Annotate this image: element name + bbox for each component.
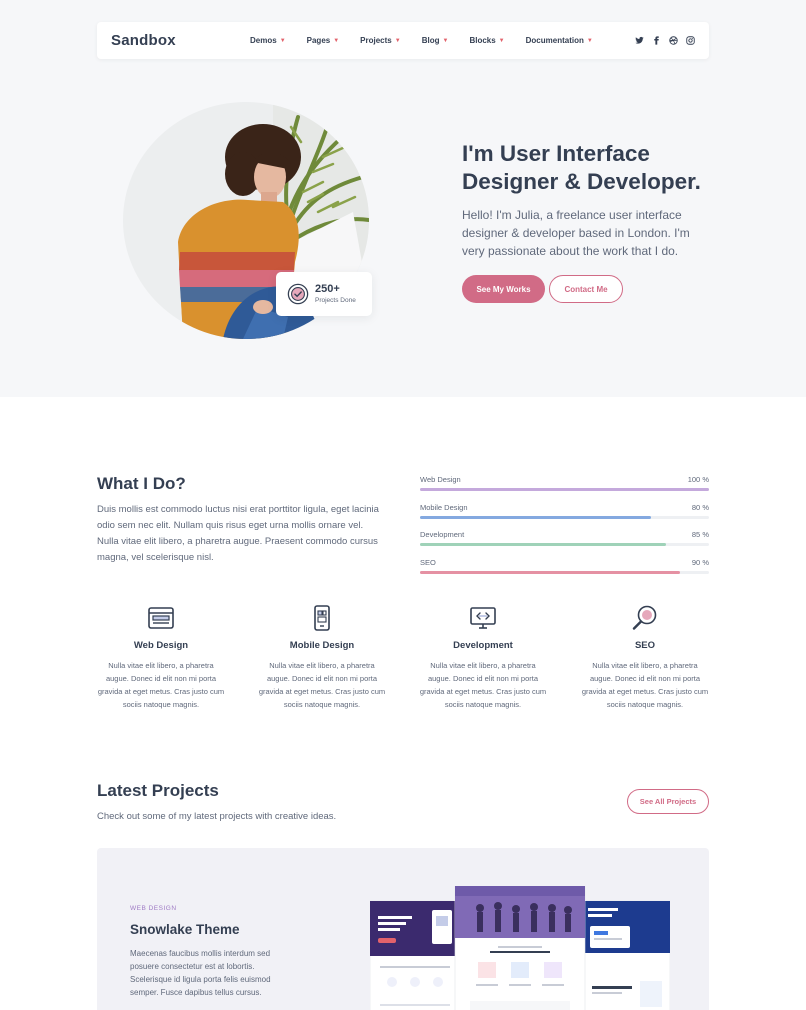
service-title: Mobile Design — [289, 640, 355, 651]
search-icon — [632, 605, 657, 630]
service-text: Nulla vitae elit libero, a pharetra augu… — [97, 661, 225, 709]
skill-name: Mobile Design — [420, 503, 468, 512]
what-i-do-title: What I Do? — [97, 474, 186, 493]
nav-item-label: Demos — [250, 36, 277, 45]
service-text: Nulla vitae elit libero, a pharetra augu… — [419, 661, 547, 709]
contact-me-button[interactable]: Contact Me — [549, 275, 623, 303]
skill-web-design: Web Design 100 % — [420, 475, 709, 491]
social-links — [635, 22, 695, 59]
featured-project-card[interactable]: WEB DESIGN Snowlake Theme Maecenas fauci… — [97, 848, 709, 1010]
project-name: Snowlake Theme — [130, 922, 240, 937]
skill-mobile-design: Mobile Design 80 % — [420, 503, 709, 519]
skill-percent: 80 % — [691, 503, 709, 512]
see-all-projects-button[interactable]: See All Projects — [627, 789, 709, 814]
smartphone-icon — [314, 605, 330, 631]
check-badge-icon — [287, 283, 309, 305]
navbar: Sandbox Demos ▼ Pages ▼ Projects ▼ Blog ▼ Bl… — [97, 22, 709, 59]
skill-name: Development — [420, 530, 465, 539]
nav-item-label: Pages — [306, 36, 331, 45]
chevron-down-icon: ▼ — [498, 37, 505, 44]
skill-track — [420, 543, 709, 546]
nav-item-label: Documentation — [525, 36, 584, 45]
dribbble-icon[interactable] — [669, 36, 678, 45]
stat-label: Projects Done — [315, 297, 356, 304]
nav-item-blog[interactable]: Blog ▼ — [422, 36, 449, 45]
project-category: WEB DESIGN — [130, 905, 177, 912]
chevron-down-icon: ▼ — [279, 37, 286, 44]
hero-title: I'm User Interface Designer & Developer. — [462, 140, 762, 196]
nav-item-blocks[interactable]: Blocks ▼ — [469, 36, 504, 45]
hero-title-line1: I'm User Interface — [462, 141, 650, 166]
skill-name: SEO — [420, 558, 436, 567]
project-description: Maecenas faucibus mollis interdum sed po… — [130, 949, 271, 997]
skill-fill — [420, 571, 681, 574]
service-title: Web Design — [133, 640, 189, 651]
skill-development: Development 85 % — [420, 530, 709, 546]
skill-fill — [420, 516, 652, 519]
service-text: Nulla vitae elit libero, a pharetra augu… — [581, 661, 709, 709]
nav-item-label: Blocks — [469, 36, 496, 45]
skill-track — [420, 516, 709, 519]
hero-title-line2: Designer & Developer. — [462, 169, 701, 194]
projects-done-card: 250+ Projects Done — [276, 272, 372, 316]
service-title: Development — [453, 640, 513, 651]
browser-icon — [148, 607, 174, 629]
instagram-icon[interactable] — [686, 36, 695, 45]
service-web-design: Web Design Nulla vitae elit libero, a ph… — [96, 604, 226, 711]
skill-name: Web Design — [420, 475, 461, 484]
stat-value: 250+ — [315, 283, 340, 295]
hero-section — [0, 0, 806, 397]
skill-seo: SEO 90 % — [420, 558, 709, 574]
chevron-down-icon: ▼ — [394, 37, 401, 44]
brand-logo[interactable]: Sandbox — [111, 32, 176, 49]
chevron-down-icon: ▼ — [333, 37, 340, 44]
nav-item-demos[interactable]: Demos ▼ — [250, 36, 286, 45]
twitter-icon[interactable] — [635, 36, 644, 45]
skill-percent: 85 % — [691, 530, 709, 539]
project-mockups-image — [370, 886, 670, 1010]
facebook-icon[interactable] — [652, 36, 661, 45]
service-mobile-design: Mobile Design Nulla vitae elit libero, a… — [257, 604, 387, 711]
hero-lead: Hello! I'm Julia, a freelance user inter… — [462, 208, 690, 258]
service-title: SEO — [634, 640, 656, 651]
chevron-down-icon: ▼ — [442, 37, 449, 44]
monitor-code-icon — [470, 607, 496, 629]
skill-percent: 100 % — [687, 475, 709, 484]
nav-item-pages[interactable]: Pages ▼ — [307, 36, 340, 45]
latest-projects-subtitle: Check out some of my latest projects wit… — [97, 811, 337, 822]
skill-track — [420, 488, 709, 491]
latest-projects-title: Latest Projects — [97, 781, 219, 800]
skill-fill — [420, 543, 666, 546]
service-seo: SEO Nulla vitae elit libero, a pharetra … — [580, 604, 710, 711]
chevron-down-icon: ▼ — [586, 37, 593, 44]
nav-item-projects[interactable]: Projects ▼ — [360, 36, 401, 45]
nav-item-label: Projects — [360, 36, 392, 45]
nav-item-documentation[interactable]: Documentation ▼ — [526, 36, 593, 45]
what-i-do-text: Duis mollis est commodo luctus nisi erat… — [97, 504, 379, 563]
skill-track — [420, 571, 709, 574]
service-text: Nulla vitae elit libero, a pharetra augu… — [258, 661, 386, 709]
service-development: Development Nulla vitae elit libero, a p… — [418, 604, 548, 711]
nav-menu: Demos ▼ Pages ▼ Projects ▼ Blog ▼ Blocks ▼ Do… — [250, 22, 614, 59]
skill-fill — [420, 488, 709, 491]
skill-percent: 90 % — [691, 558, 709, 567]
nav-item-label: Blog — [421, 36, 440, 45]
see-my-works-button[interactable]: See My Works — [462, 275, 545, 303]
